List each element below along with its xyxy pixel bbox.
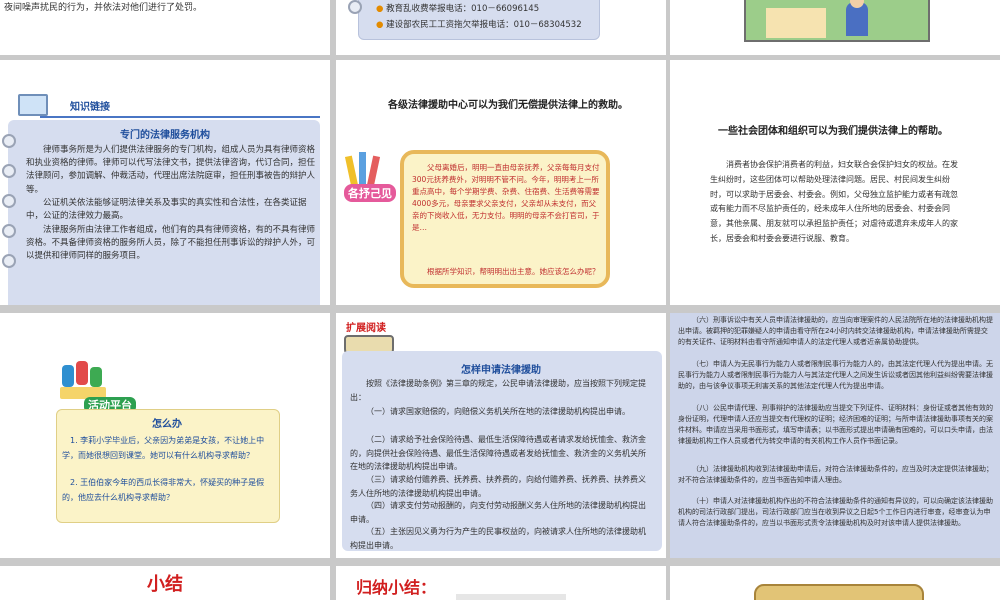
slide-9[interactable]: （六）刑事诉讼中有关人员申请法律援助的，应当向审理案件的人民法院所在地的法律援助… bbox=[670, 313, 1000, 558]
pencils-icon bbox=[344, 152, 384, 188]
slide-1-text: 夜间噪声扰民的行为，并依法对他们进行了处罚。 bbox=[4, 3, 203, 13]
slide-5-heading: 各级法律援助中心可以为我们无偿提供法律上的救助。 bbox=[388, 100, 628, 111]
slide-2[interactable]: ● 教育乱收费举报电话：010－66096145 ● 建设部农民工工资拖欠举报电… bbox=[336, 0, 666, 55]
reading-item-5: （五）主张因见义勇为行为产生的民事权益的，向被请求人住所地的法律援助机构提出申请… bbox=[350, 527, 646, 550]
badge-underline bbox=[40, 116, 320, 118]
slide-7[interactable]: 活动平台 怎么办 1. 李莉小学毕业后，父亲因为弟弟是女孩，不让她上中学，而她很… bbox=[0, 313, 330, 558]
knowledge-title: 专门的法律服务机构 bbox=[120, 130, 210, 141]
slide-12[interactable] bbox=[670, 566, 1000, 600]
slide-6-heading: 一些社会团体和组织可以为我们提供法律上的帮助。 bbox=[718, 126, 948, 137]
computer-icon bbox=[18, 94, 48, 116]
discussion-story: 父母离婚后，明明一直由母亲抚养，父亲每每月支付300元抚养费外，对明明不管不问。… bbox=[412, 163, 600, 232]
slide-6-body: 消费者协会保护消费者的利益，妇女联合会保护妇女的权益。在发生纠纷时，这些团体可以… bbox=[710, 160, 958, 243]
reading-item-2: （二）请求给予社会保险待遇、最低生活保障待遇或者请求发给抚恤金、救济金的，向提供… bbox=[350, 435, 646, 472]
conclusion-bar bbox=[456, 594, 566, 600]
scroll-banner bbox=[754, 584, 924, 600]
knowledge-badge: 知识链接 bbox=[70, 102, 110, 113]
activity-title: 怎么办 bbox=[152, 419, 182, 430]
reading-title: 怎样申请法律援助 bbox=[461, 365, 541, 376]
reading-item-1: （一）请求国家赔偿的，向赔偿义务机关所在地的法律援助机构提出申请。 bbox=[366, 407, 630, 416]
reading-item-4: （四）请求支付劳动报酬的，向支付劳动报酬义务人住所地的法律援助机构提出申请。 bbox=[350, 501, 646, 524]
bullet-icon: ● bbox=[376, 4, 384, 14]
cartoon-illustration bbox=[744, 0, 930, 42]
slide-1[interactable]: 夜间噪声扰民的行为，并依法对他们进行了处罚。 bbox=[0, 0, 330, 55]
slide-5[interactable]: 各级法律援助中心可以为我们无偿提供法律上的救助。 各抒己见 父母离婚后，明明一直… bbox=[336, 60, 666, 305]
rule-9: （九）法律援助机构收到法律援助申请后，对符合法律援助条件的，应当及时决定提供法律… bbox=[678, 465, 993, 484]
slide-3[interactable] bbox=[670, 0, 1000, 55]
activity-q2: 2. 王伯伯家今年的西瓜长得非常大，怀疑买的种子是假的，他应去什么机构寻求帮助？ bbox=[62, 478, 265, 503]
rule-6: （六）刑事诉讼中有关人员申请法律援助的，应当向审理案件的人民法院所在地的法律援助… bbox=[678, 316, 993, 346]
slide-11[interactable]: 归纳小结： bbox=[336, 566, 666, 600]
discussion-badge: 各抒己见 bbox=[344, 184, 396, 202]
slide-6[interactable]: 一些社会团体和组织可以为我们提供法律上的帮助。 消费者协会保护消费者的利益，妇女… bbox=[670, 60, 1000, 305]
rule-8: （八）公民申请代理、刑事辩护的法律援助应当提交下列证件、证明材料：身份证或者其他… bbox=[678, 404, 993, 445]
activity-q1: 1. 李莉小学毕业后，父亲因为弟弟是女孩，不让她上中学，而她很想回到课堂。她可以… bbox=[62, 436, 265, 461]
rule-7: （七）申请人为无民事行为能力人或者限制民事行为能力人的，由其法定代理人代为提出申… bbox=[678, 360, 993, 390]
binder-ring-icon bbox=[348, 0, 362, 14]
knowledge-p1: 律师事务所是为人们提供法律服务的专门机构，组成人员为具有律师资格和执业资格的律师… bbox=[26, 145, 316, 195]
conclusion-title: 归纳小结： bbox=[356, 578, 437, 597]
slide-4[interactable]: 知识链接 专门的法律服务机构 律师事务所是为人们提供法律服务的专门机构，组成人员… bbox=[0, 60, 330, 305]
reading-item-3: （三）请求给付赡养费、抚养费、扶养费的，向给付赡养费、抚养费、扶养费义务人住所地… bbox=[350, 475, 646, 498]
rule-10: （十）申请人对法律援助机构作出的不符合法律援助条件的通知有异议的，可以向确定该法… bbox=[678, 497, 993, 527]
people-book-icon bbox=[60, 361, 108, 401]
slide-8[interactable]: 扩展阅读 怎样申请法律援助 按照《法律援助条例》第三章的规定，公民申请法律援助，… bbox=[336, 313, 666, 558]
reading-intro: 按照《法律援助条例》第三章的规定，公民申请法律援助，应当按照下列规定提出： bbox=[350, 379, 646, 402]
extended-reading-badge: 扩展阅读 bbox=[346, 323, 386, 334]
knowledge-p3: 法律服务所由法律工作者组成，他们有的具有律师资格，有的不具有律师资格。不具备律师… bbox=[26, 225, 316, 262]
hotline-2: ● 建设部农民工工资拖欠举报电话：010－68304532 bbox=[376, 20, 582, 30]
hotline-1: ● 教育乱收费举报电话：010－66096145 bbox=[376, 4, 540, 14]
discussion-question: 根据所学知识，帮明明出出主意。她应该怎么办呢？ bbox=[427, 267, 600, 276]
knowledge-p2: 公证机关依法能够证明法律关系及事实的真实性和合法性，在各类证据中，公证的法律效力… bbox=[26, 198, 307, 222]
bullet-icon: ● bbox=[376, 20, 384, 30]
summary-title: 小结 bbox=[147, 574, 183, 595]
slide-10[interactable]: 小结 bbox=[0, 566, 330, 600]
